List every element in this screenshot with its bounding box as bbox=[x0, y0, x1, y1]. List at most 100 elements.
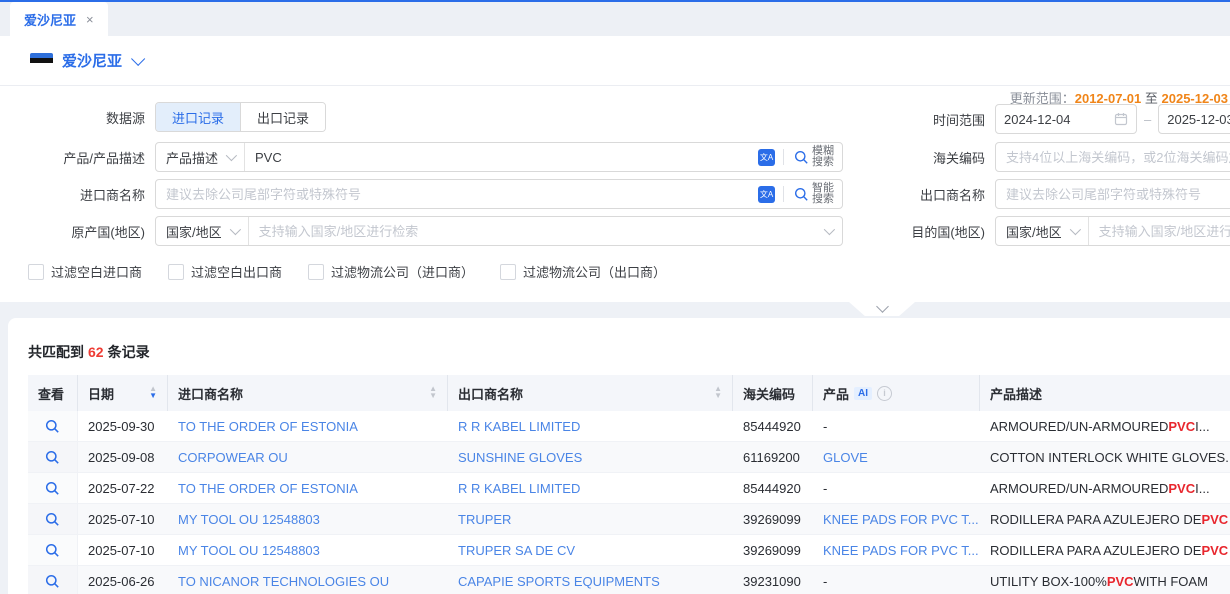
importer-link[interactable]: CORPOWEAR OU bbox=[178, 450, 288, 465]
view-record-button[interactable] bbox=[28, 411, 78, 441]
magnifier-icon bbox=[794, 150, 809, 165]
search-form-card: 爱沙尼亚 数据源 进口记录 出口记录 产品/产品描述 产品描述 文A 模糊搜索 bbox=[0, 36, 1230, 302]
product-tag[interactable]: KNEE PADS FOR PVC T... bbox=[823, 512, 979, 527]
hs-code-input[interactable] bbox=[996, 150, 1230, 165]
highlighted-term: PVC bbox=[1168, 481, 1195, 496]
chevron-down-icon bbox=[229, 224, 240, 235]
tab-title: 爱沙尼亚 bbox=[24, 10, 76, 29]
import-records-button[interactable]: 进口记录 bbox=[156, 103, 240, 131]
importer-link[interactable]: MY TOOL OU 12548803 bbox=[178, 512, 320, 527]
highlighted-term: PVC bbox=[1168, 419, 1195, 434]
importer-link[interactable]: TO THE ORDER OF ESTONIA bbox=[178, 481, 358, 496]
calendar-icon bbox=[1114, 112, 1128, 126]
importer-input-group: 文A 智能搜索 bbox=[155, 179, 843, 209]
filter-blank-importer[interactable]: 过滤空白进口商 bbox=[28, 262, 142, 281]
chevron-down-icon bbox=[1069, 224, 1080, 235]
translate-icon[interactable]: 文A bbox=[758, 149, 775, 166]
hs-code-group bbox=[995, 142, 1230, 172]
destination-country-input[interactable] bbox=[1089, 224, 1230, 239]
view-record-button[interactable] bbox=[28, 473, 78, 503]
export-records-button[interactable]: 出口记录 bbox=[240, 103, 325, 131]
header-divider bbox=[0, 85, 1230, 86]
exporter-group bbox=[995, 179, 1230, 209]
filter-checkboxes: 过滤空白进口商 过滤空白出口商 过滤物流公司（进口商） 过滤物流公司（出口商） bbox=[28, 262, 666, 281]
origin-country-label: 原产国(地区) bbox=[0, 222, 155, 241]
exporter-link[interactable]: TRUPER SA DE CV bbox=[458, 543, 575, 558]
exporter-link[interactable]: R R KABEL LIMITED bbox=[458, 419, 580, 434]
input-divider bbox=[783, 186, 784, 202]
importer-link[interactable]: TO NICANOR TECHNOLOGIES OU bbox=[178, 574, 389, 589]
col-exporter[interactable]: 出口商名称 ▲▼ bbox=[448, 375, 733, 411]
end-date-input[interactable] bbox=[1167, 112, 1230, 127]
cell-description: RODILLERA PARA AZULEJERO DE PVC bbox=[980, 504, 1230, 534]
info-icon[interactable]: i bbox=[877, 386, 892, 401]
collapse-form-button[interactable] bbox=[849, 302, 915, 316]
col-importer[interactable]: 进口商名称 ▲▼ bbox=[168, 375, 448, 411]
hs-code-row: 海关编码 bbox=[903, 142, 1230, 172]
fuzzy-search-button[interactable]: 模糊搜索 bbox=[792, 146, 842, 168]
product-tag[interactable]: KNEE PADS FOR PVC T... bbox=[823, 543, 979, 558]
country-header[interactable]: 爱沙尼亚 bbox=[30, 50, 141, 71]
importer-link[interactable]: TO THE ORDER OF ESTONIA bbox=[178, 419, 358, 434]
translate-icon[interactable]: 文A bbox=[758, 186, 775, 203]
chevron-down-icon bbox=[226, 150, 237, 161]
checkbox-icon[interactable] bbox=[168, 264, 184, 280]
checkbox-icon[interactable] bbox=[308, 264, 324, 280]
start-date-picker[interactable] bbox=[995, 104, 1137, 134]
view-record-button[interactable] bbox=[28, 566, 78, 594]
exporter-link[interactable]: SUNSHINE GLOVES bbox=[458, 450, 582, 465]
product-tag[interactable]: GLOVE bbox=[823, 450, 868, 465]
checkbox-icon[interactable] bbox=[500, 264, 516, 280]
tab-estonia[interactable]: 爱沙尼亚 × bbox=[10, 2, 108, 36]
close-icon[interactable]: × bbox=[86, 13, 94, 26]
product-search-input[interactable] bbox=[245, 150, 758, 165]
destination-country-select[interactable]: 国家/地区 bbox=[996, 217, 1089, 245]
cell-hs-code: 61169200 bbox=[733, 442, 813, 472]
tab-bar: 爱沙尼亚 × bbox=[0, 2, 1230, 37]
highlighted-term: PVC bbox=[1107, 574, 1134, 589]
sort-icon-date[interactable]: ▲▼ bbox=[149, 386, 157, 400]
product-tag[interactable]: - bbox=[823, 481, 827, 496]
input-divider bbox=[783, 149, 784, 165]
table-row: 2025-07-10 MY TOOL OU 12548803 TRUPER SA… bbox=[28, 535, 1230, 566]
col-view: 查看 bbox=[28, 375, 78, 411]
filter-blank-exporter[interactable]: 过滤空白出口商 bbox=[168, 262, 282, 281]
exporter-link[interactable]: R R KABEL LIMITED bbox=[458, 481, 580, 496]
checkbox-icon[interactable] bbox=[28, 264, 44, 280]
chevron-down-icon[interactable] bbox=[131, 51, 145, 65]
importer-link[interactable]: MY TOOL OU 12548803 bbox=[178, 543, 320, 558]
filter-logistics-importer[interactable]: 过滤物流公司（进口商） bbox=[308, 262, 474, 281]
sort-icon-importer[interactable]: ▲▼ bbox=[429, 386, 437, 400]
col-description: 产品描述 bbox=[980, 375, 1230, 411]
cell-date: 2025-06-26 bbox=[78, 566, 168, 594]
origin-country-select[interactable]: 国家/地区 bbox=[156, 217, 249, 245]
trade-data-app: 爱沙尼亚 × 爱沙尼亚 数据源 进口记录 出口记录 产品/产品描述 产品描述 文… bbox=[0, 0, 1230, 594]
sort-icon-exporter[interactable]: ▲▼ bbox=[714, 386, 722, 400]
view-record-button[interactable] bbox=[28, 535, 78, 565]
origin-country-input[interactable] bbox=[249, 224, 814, 239]
cell-hs-code: 39269099 bbox=[733, 504, 813, 534]
cell-date: 2025-09-30 bbox=[78, 411, 168, 441]
col-date[interactable]: 日期 ▲▼ bbox=[78, 375, 168, 411]
product-input-group: 产品描述 文A 模糊搜索 bbox=[155, 142, 843, 172]
origin-country-group: 国家/地区 bbox=[155, 216, 843, 246]
end-date-picker[interactable] bbox=[1158, 104, 1230, 134]
exporter-link[interactable]: CAPAPIE SPORTS EQUIPMENTS bbox=[458, 574, 660, 589]
view-record-button[interactable] bbox=[28, 504, 78, 534]
filter-logistics-exporter[interactable]: 过滤物流公司（出口商） bbox=[500, 262, 666, 281]
smart-search-button[interactable]: 智能搜索 bbox=[792, 183, 842, 205]
exporter-name-input[interactable] bbox=[996, 187, 1230, 202]
product-tag[interactable]: - bbox=[823, 419, 827, 434]
importer-name-input[interactable] bbox=[156, 187, 758, 202]
results-table: 查看 日期 ▲▼ 进口商名称 ▲▼ 出口商名称 ▲▼ 海关编码 产品 AI i bbox=[28, 375, 1230, 594]
start-date-input[interactable] bbox=[1004, 112, 1108, 127]
table-row: 2025-09-08 CORPOWEAR OU SUNSHINE GLOVES … bbox=[28, 442, 1230, 473]
data-source-row: 数据源 进口记录 出口记录 bbox=[0, 102, 326, 132]
cell-description: ARMOURED/UN-ARMOURED PVC I... bbox=[980, 473, 1230, 503]
exporter-link[interactable]: TRUPER bbox=[458, 512, 511, 527]
product-tag[interactable]: - bbox=[823, 574, 827, 589]
results-summary: 共匹配到62条记录 bbox=[28, 342, 150, 362]
product-type-select[interactable]: 产品描述 bbox=[156, 143, 245, 171]
chevron-down-icon bbox=[824, 224, 835, 235]
view-record-button[interactable] bbox=[28, 442, 78, 472]
